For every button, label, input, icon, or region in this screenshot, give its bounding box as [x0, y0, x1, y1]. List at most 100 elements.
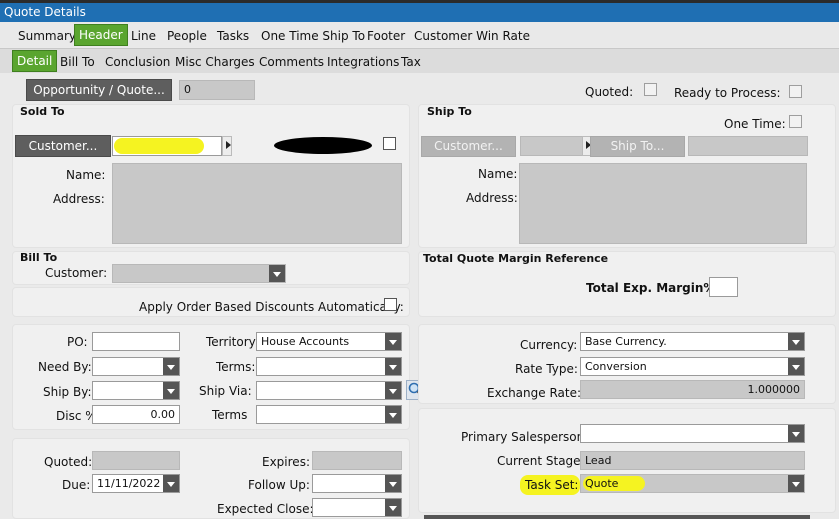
- sold-to-address-label: Address:: [53, 192, 105, 206]
- calendar-dropdown-icon[interactable]: [385, 475, 401, 492]
- tab-misc-charges[interactable]: Misc Charges: [171, 52, 259, 72]
- primary-salesperson-select[interactable]: [580, 424, 805, 443]
- title-bar: Quote Details: [0, 0, 839, 22]
- calendar-dropdown-icon[interactable]: [385, 499, 401, 516]
- tab-customer-win-rate[interactable]: Customer Win Rate: [410, 26, 534, 46]
- ship-to-button[interactable]: Ship To...: [590, 136, 685, 157]
- highlight-mark: [114, 138, 204, 154]
- hidden-button-edge: [424, 515, 810, 519]
- need-by-field[interactable]: [92, 357, 180, 376]
- chevron-down-icon: [385, 382, 401, 399]
- rate-type-label: Rate Type:: [515, 362, 578, 376]
- ship-to-customer-field: [520, 136, 584, 156]
- calendar-dropdown-icon[interactable]: [163, 475, 179, 492]
- sold-to-checkbox[interactable]: [383, 137, 396, 150]
- tab-tasks[interactable]: Tasks: [213, 26, 253, 46]
- follow-up-field[interactable]: [312, 474, 402, 493]
- disc-label: Disc %: [56, 409, 97, 423]
- ship-to-name-label: Name:: [478, 167, 518, 181]
- ship-to-name-address-box: [519, 163, 807, 244]
- tab-summary[interactable]: Summary: [14, 26, 80, 46]
- currency-value: Base Currency.: [585, 335, 667, 348]
- chevron-down-icon: [385, 406, 401, 423]
- tab-detail[interactable]: Detail: [12, 50, 58, 72]
- expires-field: [312, 451, 402, 470]
- ship-to-address-label: Address:: [466, 191, 518, 205]
- apply-discount-checkbox[interactable]: [384, 298, 397, 311]
- territory-select[interactable]: House Accounts: [256, 332, 402, 351]
- calendar-dropdown-icon[interactable]: [163, 382, 179, 399]
- exchange-rate-field: 1.000000: [580, 380, 805, 399]
- sub-tab-bar: Detail Bill To Conclusion Misc Charges C…: [0, 48, 839, 73]
- terms2-select[interactable]: [256, 405, 402, 424]
- tab-integrations[interactable]: Integrations: [323, 52, 403, 72]
- current-stage-field: Lead: [580, 451, 805, 470]
- tab-bill-to[interactable]: Bill To: [56, 52, 99, 72]
- tab-conclusion[interactable]: Conclusion: [101, 52, 174, 72]
- one-time-checkbox[interactable]: [789, 115, 802, 128]
- one-time-label: One Time:: [724, 117, 786, 131]
- calendar-dropdown-icon[interactable]: [163, 358, 179, 375]
- ship-to-title: Ship To: [427, 105, 472, 118]
- tab-tax[interactable]: Tax: [397, 52, 425, 72]
- currency-select[interactable]: Base Currency.: [580, 332, 805, 351]
- rate-type-select[interactable]: Conversion: [580, 357, 805, 376]
- ship-via-label: Ship Via:: [199, 384, 252, 398]
- task-set-select[interactable]: Quote: [580, 474, 805, 493]
- task-set-label: Task Set:: [525, 478, 579, 492]
- tab-line[interactable]: Line: [127, 26, 160, 46]
- bill-to-customer-label: Customer:: [45, 266, 108, 280]
- tab-comments[interactable]: Comments: [255, 52, 328, 72]
- sold-to-name-address-box: [112, 163, 402, 244]
- rate-type-value: Conversion: [585, 360, 647, 373]
- ship-by-label: Ship By:: [43, 385, 92, 399]
- chevron-down-icon: [385, 358, 401, 375]
- po-field[interactable]: [92, 332, 180, 351]
- tab-footer[interactable]: Footer: [363, 26, 409, 46]
- sold-to-customer-button[interactable]: Customer...: [15, 135, 111, 157]
- current-stage-label: Current Stage:: [497, 454, 585, 468]
- tab-header[interactable]: Header: [74, 24, 128, 46]
- total-exp-margin-field[interactable]: [709, 277, 738, 297]
- bill-to-customer-select[interactable]: [112, 264, 286, 283]
- expires-label: Expires:: [262, 455, 310, 469]
- ship-by-field[interactable]: [92, 381, 180, 400]
- opportunity-quote-field: 0: [179, 80, 255, 100]
- redaction-scribble: [274, 137, 372, 154]
- apply-discount-label: Apply Order Based Discounts Automaticall…: [139, 300, 404, 314]
- chevron-down-icon: [788, 333, 804, 350]
- chevron-down-icon: [385, 333, 401, 350]
- margin-title: Total Quote Margin Reference: [423, 252, 609, 265]
- chevron-down-icon: [788, 475, 804, 492]
- territory-value: House Accounts: [261, 335, 350, 348]
- chevron-down-icon: [269, 265, 285, 282]
- ship-via-select[interactable]: [256, 381, 402, 400]
- quoted-date-label: Quoted:: [44, 455, 93, 469]
- due-label: Due:: [62, 478, 91, 492]
- customer-expand-arrow-icon[interactable]: [222, 136, 232, 156]
- ship-to-customer-button[interactable]: Customer...: [421, 136, 516, 157]
- ship-to-field: [688, 136, 808, 156]
- territory-label: Territory:: [206, 335, 259, 349]
- quoted-date-field: [92, 451, 180, 470]
- due-field[interactable]: 11/11/2022: [92, 474, 180, 493]
- chevron-down-icon: [788, 425, 804, 442]
- disc-field[interactable]: 0.00: [92, 405, 180, 424]
- window-title: Quote Details: [4, 5, 86, 19]
- follow-up-label: Follow Up:: [248, 478, 310, 492]
- terms-label: Terms:: [216, 360, 256, 374]
- task-set-value: Quote: [585, 477, 619, 490]
- currency-label: Currency:: [520, 338, 578, 352]
- bill-to-title: Bill To: [20, 251, 58, 264]
- ready-to-process-checkbox[interactable]: [789, 85, 802, 98]
- due-value: 11/11/2022: [97, 477, 161, 490]
- opportunity-quote-button[interactable]: Opportunity / Quote...: [26, 79, 172, 101]
- expected-close-field[interactable]: [312, 498, 402, 517]
- main-tab-bar: Summary Header Line People Tasks One Tim…: [0, 22, 839, 47]
- tab-people[interactable]: People: [163, 26, 211, 46]
- need-by-label: Need By:: [38, 360, 92, 374]
- tab-one-time-ship-to[interactable]: One Time Ship To: [257, 26, 369, 46]
- terms-select[interactable]: [256, 357, 402, 376]
- quoted-label: Quoted:: [585, 85, 634, 99]
- quoted-checkbox[interactable]: [644, 83, 657, 96]
